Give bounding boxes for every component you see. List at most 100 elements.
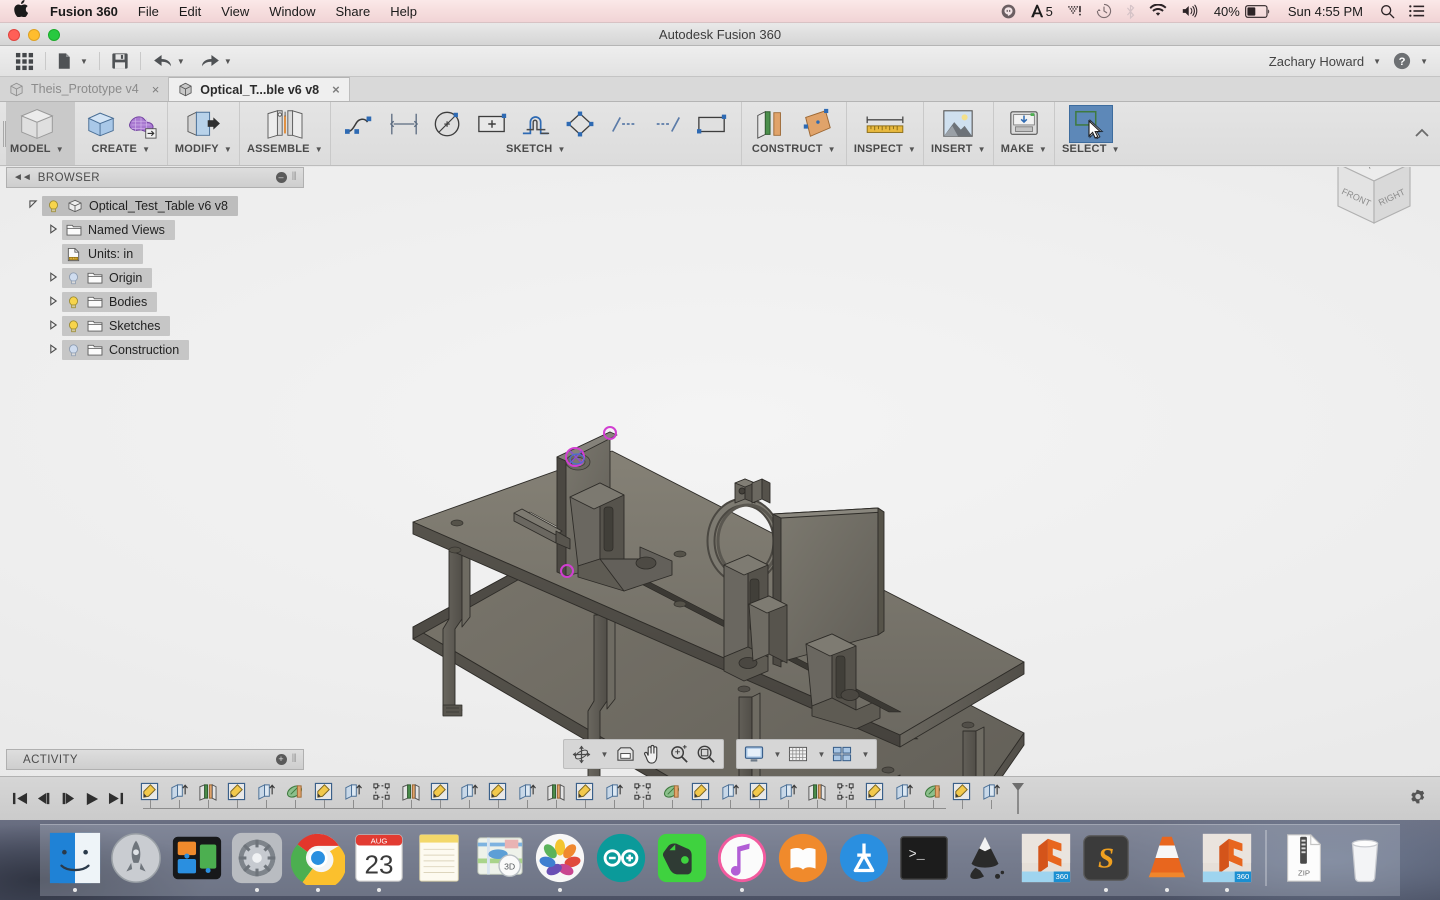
3d-viewport[interactable]: ◄◄ BROWSER – ⦀: [0, 167, 1440, 776]
timeline-feature-revolve[interactable]: [280, 777, 309, 821]
ribbon-panel-sketch[interactable]: SKETCH▼: [331, 102, 742, 165]
menu-window[interactable]: Window: [259, 0, 325, 23]
show-data-panel-button[interactable]: [8, 48, 41, 74]
timeline-feature-sketch[interactable]: [570, 777, 599, 821]
timeline-feature-extrude[interactable]: [512, 777, 541, 821]
dock-item-evernote[interactable]: [652, 824, 711, 894]
timeline-feature-sketch[interactable]: [744, 777, 773, 821]
close-window-button[interactable]: [8, 29, 20, 41]
tree-item-bodies[interactable]: Bodies: [62, 292, 157, 312]
play-icon[interactable]: [82, 788, 101, 810]
dock-item-maps[interactable]: 3D: [470, 824, 529, 894]
user-account-name[interactable]: Zachary Howard: [1269, 54, 1364, 69]
orbit-dropdown-caret-icon[interactable]: ▼: [595, 742, 611, 766]
battery-icon[interactable]: [1245, 0, 1278, 23]
viewports-icon[interactable]: [829, 742, 855, 766]
ribbon-panel-modify[interactable]: MODIFY▼: [168, 102, 240, 165]
ribbon-panel-assemble[interactable]: ASSEMBLE▼: [240, 102, 331, 165]
tree-row-bodies[interactable]: Bodies: [6, 290, 304, 314]
dock-item-finder[interactable]: [46, 824, 105, 894]
visibility-bulb-on-icon[interactable]: [66, 319, 81, 334]
dock-item-trash[interactable]: [1335, 824, 1394, 894]
timeline-feature-pattern[interactable]: [628, 777, 657, 821]
dock-item-system-preferences[interactable]: [228, 824, 287, 894]
dimension-icon[interactable]: [385, 105, 423, 143]
ribbon-panel-inspect[interactable]: INSPECT▼: [847, 102, 924, 165]
dock-item-inkscape[interactable]: [956, 824, 1015, 894]
save-button[interactable]: [104, 48, 136, 74]
tree-row-optical-test-table[interactable]: Optical_Test_Table v6 v8: [6, 194, 304, 218]
document-tab-optical-test-table[interactable]: Optical_T...ble v6 v8 ×: [169, 77, 349, 101]
dock-item-sublime-text[interactable]: S: [1077, 824, 1136, 894]
tree-item-origin[interactable]: Origin: [62, 268, 152, 288]
orbit-icon[interactable]: [568, 742, 594, 766]
dock-item-mission-control[interactable]: [167, 824, 226, 894]
chevron-down-icon[interactable]: ▼: [224, 145, 232, 154]
ribbon-panel-select[interactable]: SELECT▼: [1055, 102, 1127, 165]
chevron-down-icon[interactable]: ▼: [1112, 145, 1120, 154]
chevron-down-icon[interactable]: ▼: [1420, 57, 1428, 66]
blue-cube-icon[interactable]: [82, 105, 120, 143]
menu-clock[interactable]: Sun 4:55 PM: [1278, 0, 1373, 23]
fit-magnifier-icon[interactable]: [693, 742, 719, 766]
timeline-feature-extrude[interactable]: [715, 777, 744, 821]
bluetooth-icon[interactable]: [1119, 0, 1142, 23]
timeline-feature-mirror[interactable]: [396, 777, 425, 821]
chevron-down-icon[interactable]: ▼: [1373, 57, 1381, 66]
tree-row-sketches[interactable]: Sketches: [6, 314, 304, 338]
tree-row-construction[interactable]: Construction: [6, 338, 304, 362]
add-activity-icon[interactable]: +: [276, 754, 287, 765]
twisty-closed-icon[interactable]: [44, 344, 62, 357]
dock-item-terminal[interactable]: >_: [895, 824, 954, 894]
step-back-icon[interactable]: [34, 788, 53, 810]
zoom-magnifier-icon[interactable]: [666, 742, 692, 766]
dock-item-zip-file[interactable]: ZIP: [1275, 824, 1334, 894]
timeline-feature-extrude[interactable]: [338, 777, 367, 821]
extend-icon[interactable]: [649, 105, 687, 143]
timeline-feature-pattern[interactable]: [367, 777, 396, 821]
panel-grip[interactable]: ⦀: [292, 171, 297, 184]
chevron-down-icon[interactable]: ▼: [557, 145, 565, 154]
tree-item-construction[interactable]: Construction: [62, 340, 189, 360]
adobe-creative-cloud-icon[interactable]: 5: [1023, 0, 1060, 23]
apple-logo-icon[interactable]: [0, 0, 40, 23]
timeline-feature-revolve[interactable]: [657, 777, 686, 821]
visibility-bulb-on-icon[interactable]: [46, 199, 61, 214]
collapse-ribbon-chevron-icon[interactable]: [1414, 127, 1430, 141]
timeline-feature-pattern[interactable]: [831, 777, 860, 821]
timeline-feature-sketch[interactable]: [947, 777, 976, 821]
timeline-feature-extrude[interactable]: [976, 777, 1005, 821]
redo-button[interactable]: ▼: [192, 48, 239, 74]
timeline-feature-sketch[interactable]: [309, 777, 338, 821]
search-icon[interactable]: [1373, 0, 1402, 23]
timeline-feature-sketch[interactable]: [425, 777, 454, 821]
dock-item-ibooks[interactable]: [774, 824, 833, 894]
timeline-feature-sketch[interactable]: [860, 777, 889, 821]
wifi-icon[interactable]: [1142, 0, 1174, 23]
menu-view[interactable]: View: [211, 0, 259, 23]
visibility-bulb-on-icon[interactable]: [66, 295, 81, 310]
dock-item-calendar[interactable]: AUG23: [349, 824, 408, 894]
look-at-icon[interactable]: [612, 742, 638, 766]
timeline-feature-mirror[interactable]: [541, 777, 570, 821]
timeline-marker[interactable]: [1011, 782, 1025, 817]
timeline-feature-extrude[interactable]: [251, 777, 280, 821]
timeline-features[interactable]: [135, 777, 1396, 821]
display-dropdown-caret-icon[interactable]: ▼: [768, 742, 784, 766]
printer-icon[interactable]: [1002, 105, 1046, 143]
time-machine-icon[interactable]: [1089, 0, 1119, 23]
notification-center-icon[interactable]: [1402, 0, 1432, 23]
timeline-feature-sketch[interactable]: [222, 777, 251, 821]
orange-plane-icon[interactable]: [795, 105, 839, 143]
hangouts-icon[interactable]: [994, 0, 1023, 23]
dock-item-app-store[interactable]: [834, 824, 893, 894]
close-tab-icon[interactable]: ×: [332, 82, 340, 97]
twisty-closed-icon[interactable]: [44, 320, 62, 333]
ribbon-panel-insert[interactable]: INSERT▼: [924, 102, 994, 165]
grid-dropdown-caret-icon[interactable]: ▼: [812, 742, 828, 766]
tree-item-units[interactable]: Units: in: [62, 244, 143, 264]
visibility-bulb-off-icon[interactable]: [66, 271, 81, 286]
circle-icon[interactable]: [429, 105, 467, 143]
menu-file[interactable]: File: [128, 0, 169, 23]
viewports-dropdown-caret-icon[interactable]: ▼: [856, 742, 872, 766]
